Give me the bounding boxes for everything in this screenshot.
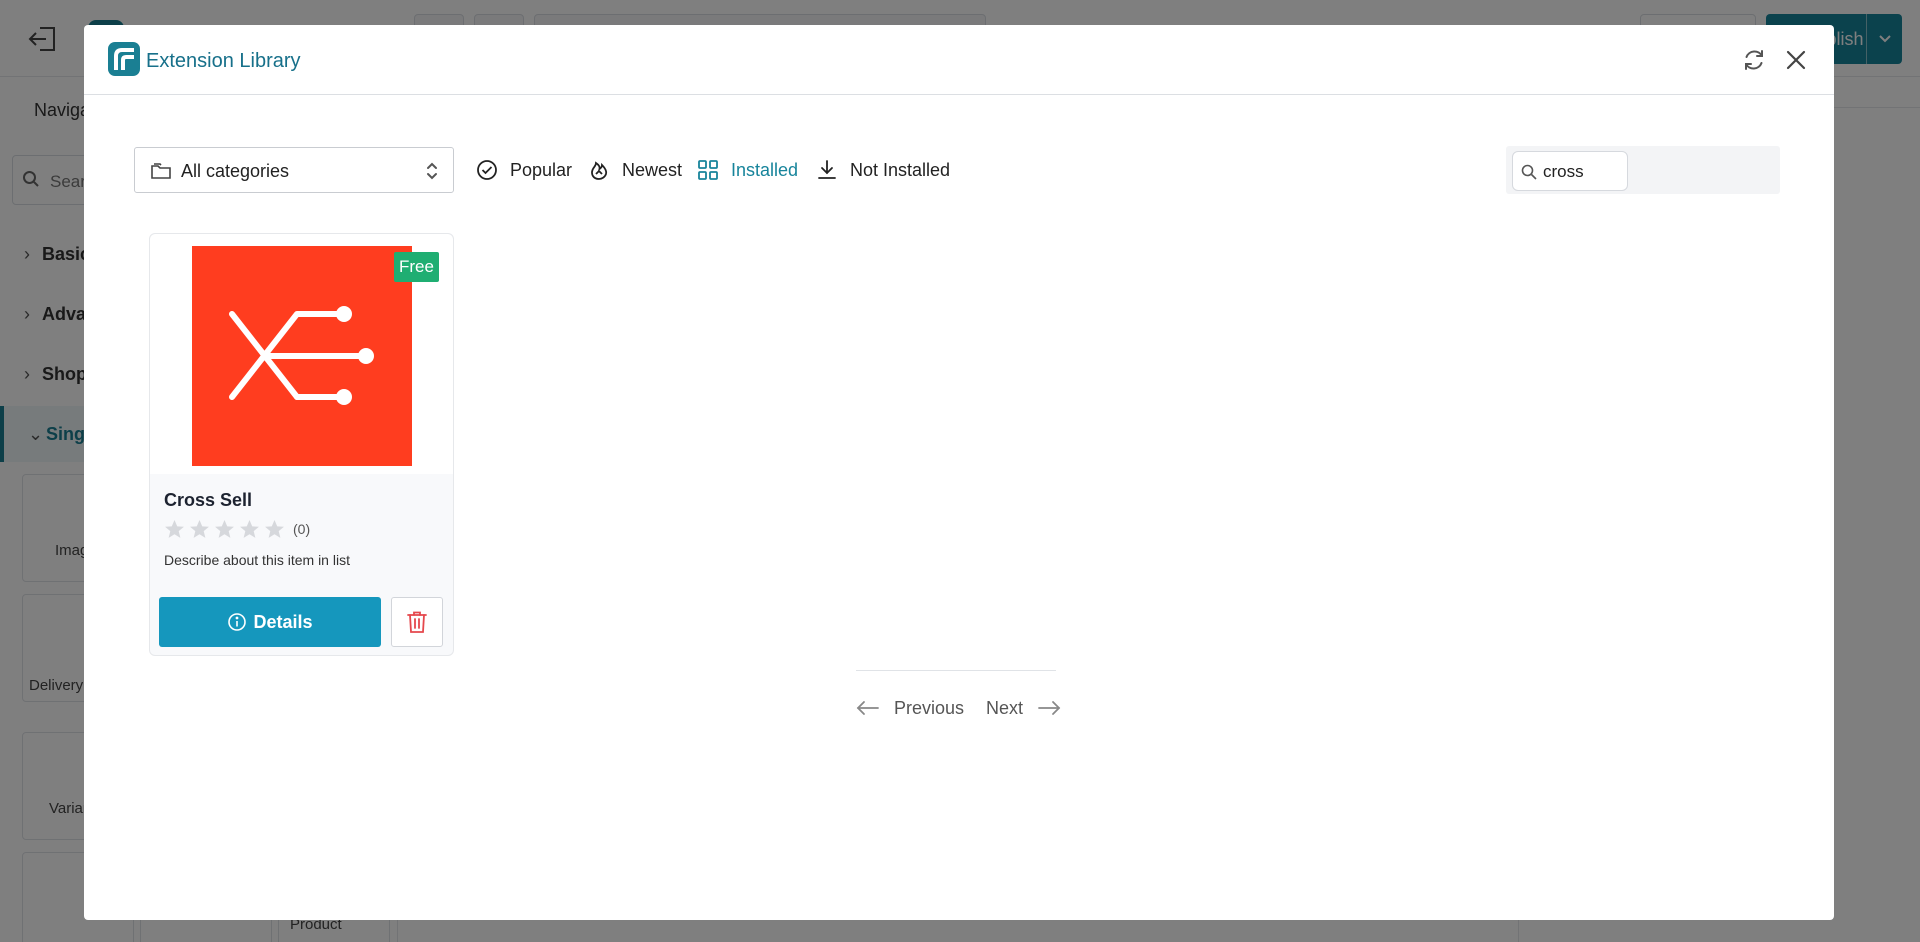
download-icon [818, 160, 836, 179]
grid-icon [698, 160, 718, 180]
category-select[interactable]: All categories [134, 147, 454, 193]
star-icon [190, 519, 209, 538]
extension-library-modal: Extension Library All categories Popular… [84, 25, 1834, 920]
rating-count: (0) [293, 521, 311, 537]
filter-popular[interactable]: Popular [476, 147, 572, 193]
category-select-value: All categories [181, 161, 290, 181]
close-icon[interactable] [1784, 48, 1808, 72]
modal-header: Extension Library [84, 25, 1834, 95]
filter-installed[interactable]: Installed [697, 147, 798, 193]
trash-icon [407, 611, 427, 633]
filter-bar: All categories Popular Newest Installed … [84, 146, 1834, 194]
folder-icon [151, 163, 171, 179]
details-button[interactable]: Details [159, 597, 381, 647]
filter-not-installed[interactable]: Not Installed [816, 147, 950, 193]
search-icon [1521, 164, 1537, 180]
filter-newest[interactable]: Newest [588, 147, 682, 193]
refresh-icon[interactable] [1742, 48, 1766, 72]
select-arrows-icon [427, 162, 437, 180]
star-icon [165, 519, 184, 538]
arrow-right-icon [1038, 701, 1061, 715]
star-icon [240, 519, 259, 538]
star-rating: (0) [164, 518, 310, 540]
info-icon [228, 613, 247, 631]
pagination-previous[interactable]: Previous [856, 694, 964, 722]
arrow-left-icon [856, 701, 879, 715]
app-logo-icon [108, 42, 140, 76]
pagination-divider [856, 670, 1056, 671]
search-input[interactable] [1543, 160, 1625, 184]
search-field[interactable] [1512, 151, 1628, 191]
extension-title[interactable]: Cross Sell [164, 490, 252, 511]
extension-card: Free Cross Sell (0) Describe about this … [149, 233, 454, 656]
check-circle-icon [477, 160, 497, 180]
pagination-next[interactable]: Next [986, 694, 1061, 722]
card-thumbnail-area: Free [150, 234, 453, 474]
star-icon [265, 519, 284, 538]
delete-button[interactable] [391, 597, 443, 647]
price-badge: Free [394, 252, 439, 282]
cross-sell-logo-icon [192, 246, 412, 466]
star-icon [215, 519, 234, 538]
modal-title: Extension Library [146, 50, 301, 72]
flame-icon [591, 161, 608, 180]
search-container [1506, 146, 1780, 194]
extension-description: Describe about this item in list [164, 552, 350, 568]
